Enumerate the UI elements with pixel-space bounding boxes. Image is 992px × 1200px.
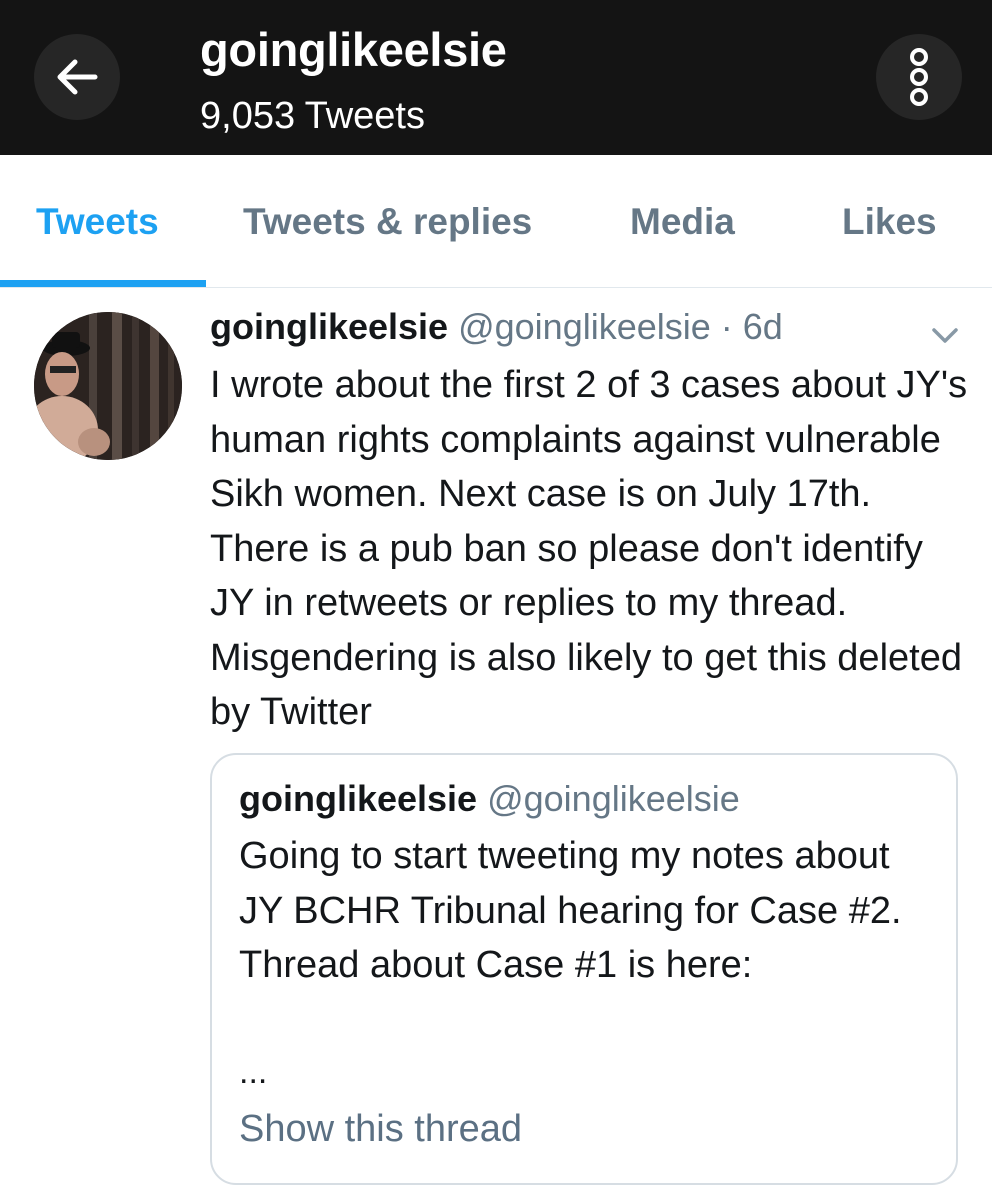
tweet-count: 9,053 Tweets (200, 95, 425, 138)
arrow-left-icon (57, 59, 98, 95)
tab-tweets[interactable]: Tweets (36, 201, 159, 243)
quoted-ellipsis: ... (239, 1053, 268, 1091)
profile-tabs: Tweets Tweets & replies Media Likes (0, 155, 992, 288)
chevron-down-icon[interactable] (928, 318, 962, 352)
active-tab-indicator (0, 280, 206, 287)
more-options-button[interactable] (876, 34, 962, 120)
tweet-handle[interactable]: @goinglikeelsie (458, 306, 711, 347)
profile-title: goinglikeelsie (200, 23, 507, 76)
vertical-ellipsis-icon (910, 48, 928, 106)
quoted-tweet-text: Going to start tweeting my notes about J… (239, 835, 902, 986)
show-thread-link[interactable]: Show this thread (239, 1108, 522, 1151)
tweet-separator: · (710, 306, 743, 347)
tab-likes[interactable]: Likes (842, 201, 937, 243)
tweet-count-label: Tweets (304, 95, 425, 137)
tweet-header: goinglikeelsie @goinglikeelsie · 6d (210, 306, 783, 348)
quoted-display-name: goinglikeelsie (239, 778, 478, 819)
avatar-image (34, 312, 182, 460)
top-app-bar: goinglikeelsie 9,053 Tweets (0, 0, 992, 155)
back-button[interactable] (34, 34, 120, 120)
avatar[interactable] (34, 312, 182, 460)
quoted-tweet-header: goinglikeelsie @goinglikeelsie (239, 778, 740, 820)
tab-tweets-and-replies[interactable]: Tweets & replies (243, 201, 532, 243)
tweet-display-name[interactable]: goinglikeelsie (210, 306, 448, 347)
tweet-text: I wrote about the first 2 of 3 cases abo… (210, 364, 968, 733)
quoted-handle: @goinglikeelsie (487, 778, 740, 819)
tweet-count-value: 9,053 (200, 95, 296, 137)
tweet-time[interactable]: 6d (743, 306, 783, 347)
tab-media[interactable]: Media (630, 201, 735, 243)
quoted-tweet[interactable]: goinglikeelsie @goinglikeelsie Going to … (210, 753, 958, 1185)
